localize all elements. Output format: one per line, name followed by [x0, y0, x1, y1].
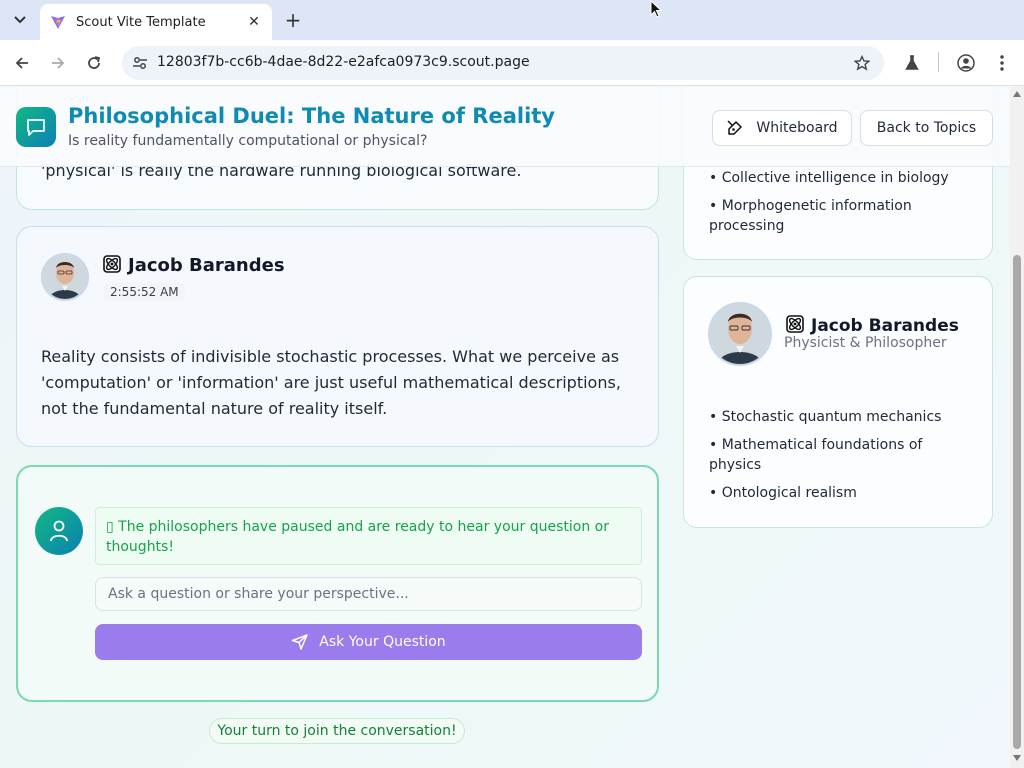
- expertise-item-continued: physics: [709, 457, 762, 473]
- page-subtitle: Is reality fundamentally computational o…: [68, 133, 428, 149]
- chat-bubble-icon: [27, 119, 45, 136]
- expertise-item: • Mathematical foundations of: [709, 437, 923, 453]
- question-input[interactable]: [95, 577, 642, 611]
- address-url: 12803f7b-cc6b-4dae-8d22-e2afca0973c9.sco…: [157, 54, 530, 70]
- pen-tool-icon: [727, 120, 743, 135]
- browser-toolbar: 12803f7b-cc6b-4dae-8d22-e2afca0973c9.sco…: [0, 40, 1024, 86]
- whiteboard-button[interactable]: Whiteboard: [712, 110, 852, 146]
- vite-logo-icon: [51, 16, 65, 29]
- whiteboard-label: Whiteboard: [756, 120, 838, 136]
- participant-role: Physicist & Philosopher: [784, 335, 947, 351]
- pause-notice: ▯ The philosophers have paused and are r…: [95, 507, 642, 565]
- toolbar-separator: [938, 52, 939, 72]
- expertise-item-continued: processing: [709, 218, 785, 234]
- expertise-item: • Morphogenetic information: [709, 198, 912, 214]
- expertise-item: • Stochastic quantum mechanics: [709, 409, 942, 425]
- page-header: Philosophical Duel: The Nature of Realit…: [0, 87, 1010, 167]
- user-input-card: ▯ The philosophers have paused and are r…: [16, 465, 659, 702]
- page-viewport: 'physical' is really the hardware runnin…: [0, 87, 1010, 768]
- message-card: Jacob Barandes 2:55:52 AM Reality consis…: [16, 226, 659, 447]
- pause-notice-line-1: ▯ The philosophers have paused and are r…: [106, 519, 609, 535]
- scroll-up-arrow-icon[interactable]: [1013, 91, 1021, 97]
- expertise-item: • Ontological realism: [709, 485, 857, 501]
- address-bar[interactable]: 12803f7b-cc6b-4dae-8d22-e2afca0973c9.sco…: [122, 46, 884, 80]
- tab-close-icon[interactable]: ✕: [246, 14, 262, 30]
- send-icon: [292, 634, 309, 650]
- participant-name-row: Jacob Barandes: [785, 314, 959, 336]
- user-icon: [50, 520, 68, 542]
- pause-notice-line-2: thoughts!: [106, 539, 174, 555]
- scroll-down-arrow-icon[interactable]: [1013, 755, 1021, 761]
- profile-account-icon[interactable]: [954, 51, 978, 75]
- message-line-1: Reality consists of indivisible stochast…: [41, 347, 620, 366]
- tab-title: Scout Vite Template: [76, 14, 206, 30]
- reload-icon[interactable]: [82, 51, 106, 75]
- forward-arrow-icon[interactable]: [46, 51, 70, 75]
- chat-logo: [16, 107, 56, 147]
- speaker-header: Jacob Barandes: [102, 254, 285, 276]
- portrait-image-icon: [43, 255, 87, 299]
- portrait-image-icon: [710, 304, 770, 364]
- scrollbar-thumb[interactable]: [1013, 255, 1021, 749]
- participant-avatar: [708, 302, 772, 366]
- back-arrow-icon[interactable]: [10, 51, 34, 75]
- participant-name: Jacob Barandes: [811, 316, 959, 336]
- participant-card-2: Jacob Barandes Physicist & Philosopher •…: [683, 276, 993, 528]
- atom-icon: [786, 315, 804, 333]
- browser-tab-active[interactable]: Scout Vite Template ✕: [40, 4, 272, 40]
- user-avatar: [35, 507, 83, 555]
- message-line-3: not the fundamental nature of reality it…: [41, 399, 388, 418]
- ask-question-label: Ask Your Question: [319, 634, 446, 650]
- bookmark-star-icon[interactable]: [852, 53, 872, 73]
- labs-flask-icon[interactable]: [900, 51, 924, 75]
- turn-indicator-text: Your turn to join the conversation!: [217, 723, 457, 739]
- page-title: Philosophical Duel: The Nature of Realit…: [68, 104, 555, 128]
- back-to-topics-label: Back to Topics: [876, 120, 977, 136]
- speaker-name: Jacob Barandes: [128, 255, 285, 276]
- browser-menu-icon[interactable]: [990, 51, 1014, 75]
- message-timestamp: 2:55:52 AM: [104, 283, 185, 301]
- site-settings-icon[interactable]: [130, 53, 150, 73]
- browser-tab-bar: Scout Vite Template ✕ +: [0, 0, 1024, 40]
- ask-question-button[interactable]: Ask Your Question: [95, 624, 642, 660]
- turn-indicator: Your turn to join the conversation!: [209, 718, 465, 744]
- atom-icon: [103, 255, 121, 273]
- page-scrollbar[interactable]: [1010, 87, 1024, 768]
- mouse-cursor-icon: [650, 0, 662, 18]
- back-to-topics-button[interactable]: Back to Topics: [860, 110, 993, 146]
- speaker-avatar: [41, 253, 89, 301]
- tab-list-chevron-icon[interactable]: [6, 8, 34, 32]
- expertise-item: • Collective intelligence in biology: [709, 170, 949, 186]
- message-line-2: 'computation' or 'information' are just …: [41, 373, 621, 392]
- new-tab-plus-icon[interactable]: +: [282, 8, 304, 32]
